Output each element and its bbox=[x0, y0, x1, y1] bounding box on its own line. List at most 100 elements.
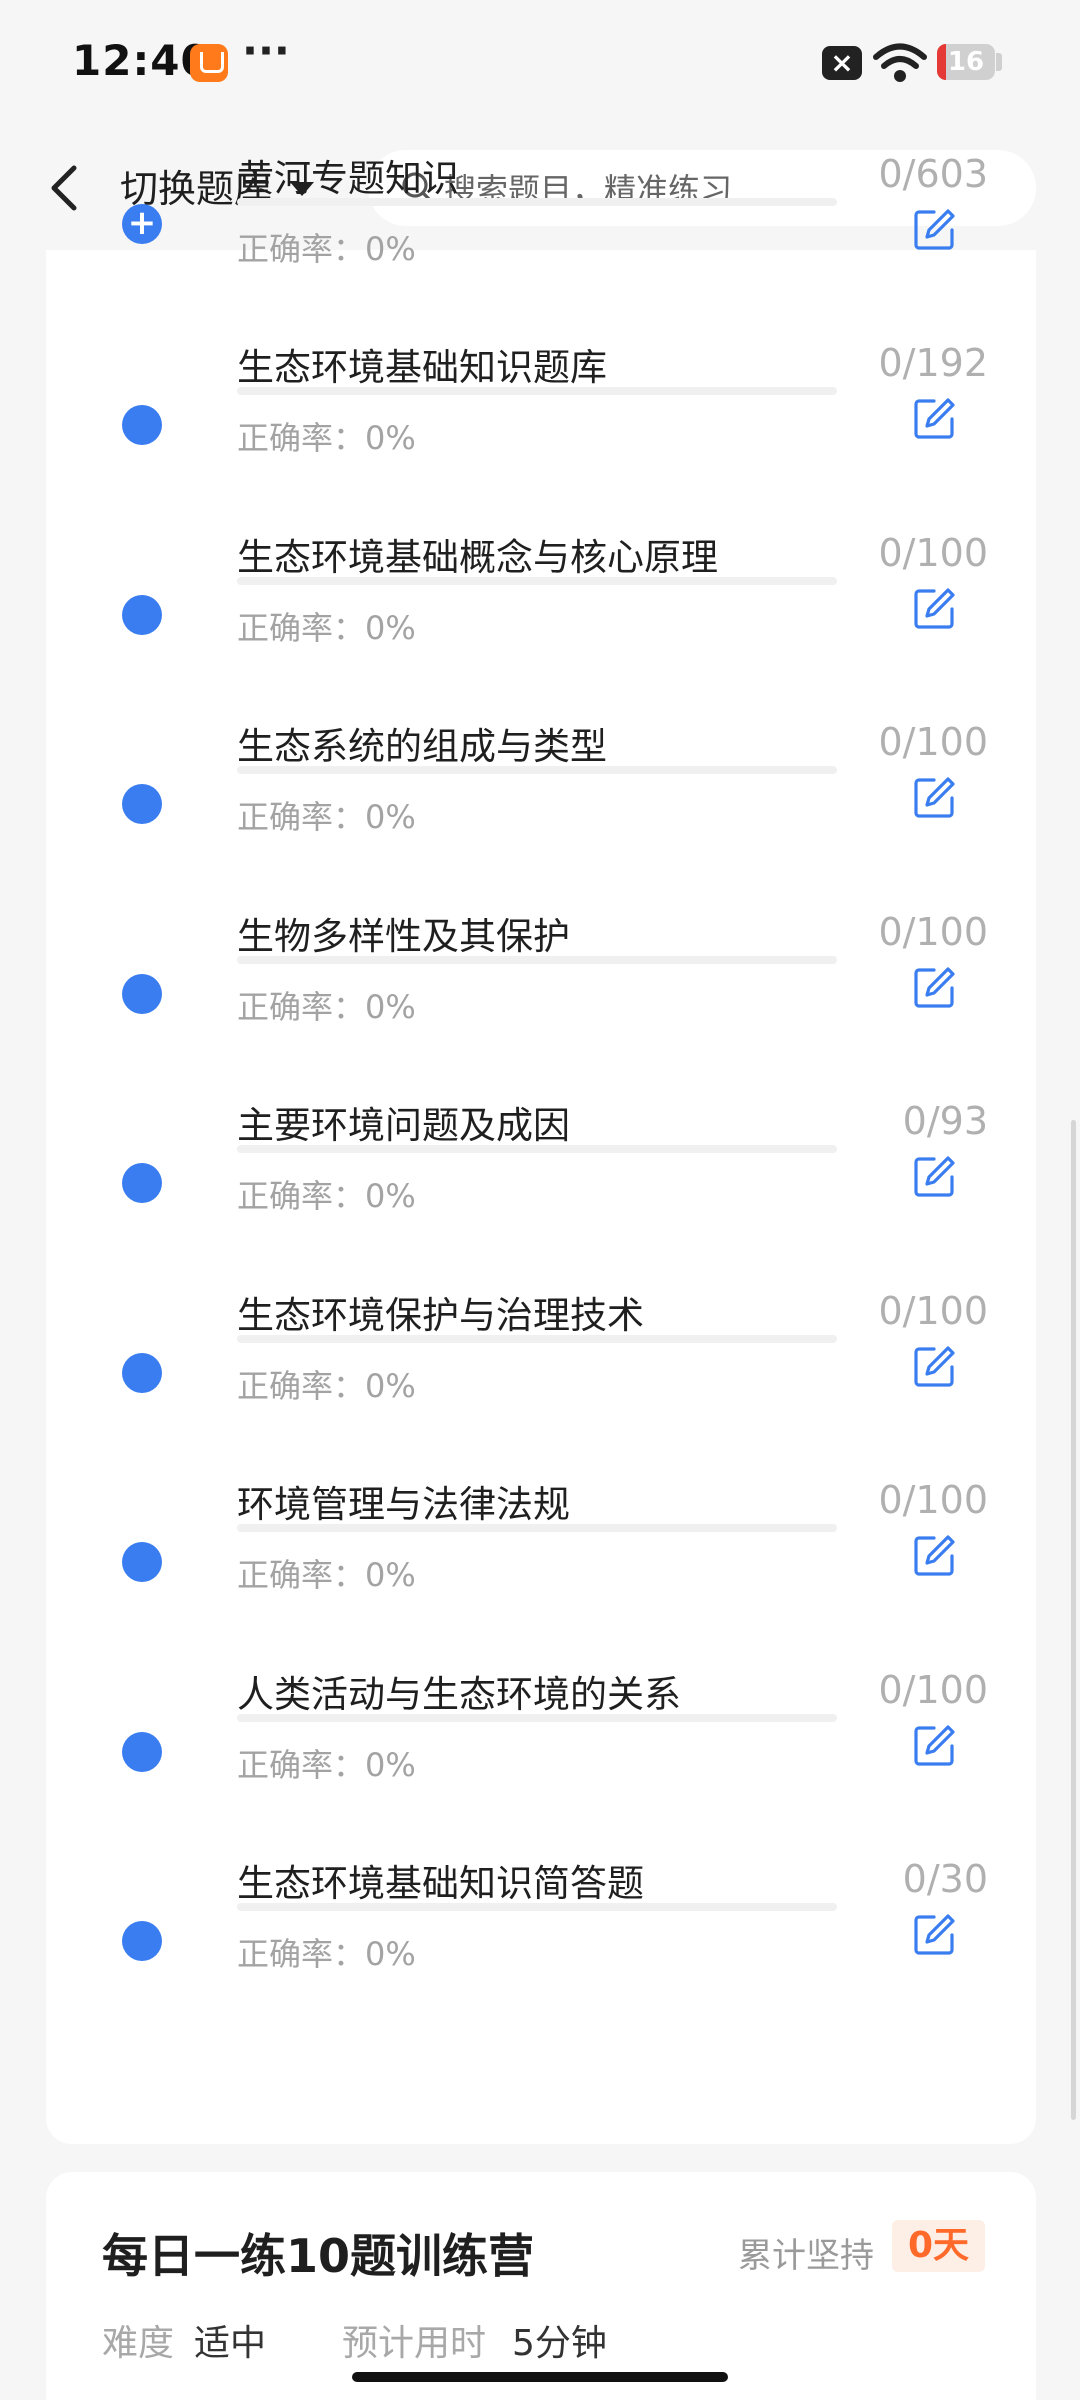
edit-practice-icon[interactable] bbox=[912, 1911, 958, 1957]
accuracy-value: 0% bbox=[365, 419, 416, 458]
edit-practice-icon[interactable] bbox=[912, 1722, 958, 1768]
expand-plus-icon[interactable]: + bbox=[122, 204, 162, 244]
progress-bar bbox=[237, 1334, 837, 1343]
question-bank-list: + 黄河专题知识 正确率：0% 0/603 生态环境基础知识题库 正确率：0% 0/192 生… bbox=[46, 152, 1036, 2144]
accuracy-value: 0% bbox=[365, 1935, 416, 1974]
progress-count: 0/100 bbox=[878, 720, 988, 765]
accuracy-label: 正确率： bbox=[237, 608, 366, 647]
accuracy-value: 0% bbox=[365, 1366, 416, 1405]
progress-count: 0/100 bbox=[878, 530, 988, 575]
progress-bar bbox=[237, 1713, 837, 1722]
accuracy-value: 0% bbox=[365, 1556, 416, 1595]
accuracy-value: 0% bbox=[365, 798, 416, 837]
chapter-dot-icon bbox=[122, 784, 162, 825]
persist-days-badge: 0天 bbox=[892, 2220, 986, 2272]
chapter-dot-icon bbox=[122, 973, 162, 1014]
bank-title: 主要环境问题及成因 bbox=[237, 1104, 570, 1148]
accuracy-value: 0% bbox=[365, 1745, 416, 1784]
status-bar: 12:40 ··· × 16 bbox=[0, 0, 1080, 126]
progress-bar bbox=[237, 198, 837, 206]
no-sim-icon: × bbox=[822, 46, 862, 80]
training-title: 每日一练10题训练营 bbox=[102, 2229, 535, 2283]
progress-count: 0/100 bbox=[878, 909, 988, 954]
estimated-time-label: 预计用时 bbox=[342, 2323, 487, 2364]
accuracy-value: 0% bbox=[365, 608, 416, 647]
progress-bar bbox=[237, 766, 837, 775]
progress-count: 0/100 bbox=[878, 1667, 988, 1712]
chapter-dot-icon bbox=[122, 594, 162, 635]
accuracy-text: 正确率：0% bbox=[237, 1171, 416, 1217]
progress-count: 0/30 bbox=[902, 1857, 988, 1902]
progress-count: 0/192 bbox=[878, 341, 988, 386]
edit-practice-icon[interactable] bbox=[912, 585, 958, 631]
accuracy-text: 正确率：0% bbox=[237, 792, 416, 838]
bank-title: 生态环境基础概念与核心原理 bbox=[237, 535, 718, 579]
accuracy-text: 正确率：0% bbox=[237, 1929, 416, 1975]
progress-count: 0/100 bbox=[878, 1288, 988, 1333]
more-notifications-icon: ··· bbox=[242, 26, 290, 75]
progress-bar bbox=[237, 1145, 837, 1154]
accuracy-label: 正确率： bbox=[237, 987, 366, 1026]
edit-practice-icon[interactable] bbox=[912, 1343, 958, 1389]
estimated-time-value: 5分钟 bbox=[512, 2323, 607, 2364]
chapter-dot-icon bbox=[122, 405, 162, 446]
bank-title: 黄河专题知识 bbox=[237, 157, 459, 200]
accuracy-text: 正确率：0% bbox=[237, 224, 416, 270]
chapter-dot-icon bbox=[122, 1921, 162, 1962]
edit-practice-icon[interactable] bbox=[912, 964, 958, 1010]
edit-practice-icon[interactable] bbox=[912, 1532, 958, 1578]
accuracy-text: 正确率：0% bbox=[237, 1740, 416, 1786]
accuracy-label: 正确率： bbox=[237, 1177, 366, 1216]
progress-bar bbox=[237, 955, 837, 964]
difficulty-label: 难度 bbox=[102, 2323, 175, 2364]
chapter-dot-icon bbox=[122, 1731, 162, 1772]
accuracy-text: 正确率：0% bbox=[237, 413, 416, 459]
bank-title: 生态系统的组成与类型 bbox=[237, 725, 607, 769]
accuracy-text: 正确率：0% bbox=[237, 982, 416, 1028]
accuracy-label: 正确率： bbox=[237, 1745, 366, 1784]
bank-title: 生态环境基础知识题库 bbox=[237, 346, 607, 390]
edit-practice-icon[interactable] bbox=[912, 1153, 958, 1199]
accuracy-value: 0% bbox=[365, 230, 416, 268]
chapter-dot-icon bbox=[122, 1542, 162, 1583]
home-indicator[interactable] bbox=[352, 2372, 728, 2382]
bank-title: 人类活动与生态环境的关系 bbox=[237, 1672, 681, 1716]
progress-count: 0/100 bbox=[878, 1478, 988, 1523]
progress-count: 0/603 bbox=[878, 152, 988, 196]
accuracy-label: 正确率： bbox=[237, 1366, 366, 1405]
battery-icon: 16 bbox=[937, 44, 995, 80]
accuracy-text: 正确率：0% bbox=[237, 1550, 416, 1596]
accuracy-value: 0% bbox=[365, 1177, 416, 1216]
wifi-icon bbox=[873, 43, 927, 82]
progress-bar bbox=[237, 576, 837, 585]
bank-title: 环境管理与法律法规 bbox=[237, 1483, 570, 1527]
chapter-dot-icon bbox=[122, 1352, 162, 1393]
persist-label: 累计坚持 bbox=[738, 2236, 874, 2276]
progress-bar bbox=[237, 387, 837, 396]
accuracy-label: 正确率： bbox=[237, 1556, 366, 1595]
accuracy-label: 正确率： bbox=[237, 419, 366, 458]
battery-tip bbox=[996, 53, 1002, 71]
difficulty-value: 适中 bbox=[194, 2323, 267, 2364]
edit-practice-icon[interactable] bbox=[912, 774, 958, 820]
edit-practice-icon[interactable] bbox=[912, 395, 958, 441]
progress-bar bbox=[237, 1903, 837, 1912]
bank-title: 生物多样性及其保护 bbox=[237, 914, 570, 958]
progress-count: 0/93 bbox=[902, 1099, 988, 1144]
shopping-app-icon bbox=[190, 44, 228, 82]
accuracy-label: 正确率： bbox=[237, 1935, 366, 1974]
bank-list-item[interactable]: 生态环境基础知识简答题 正确率：0% 0/30 bbox=[46, 1857, 1036, 2071]
edit-practice-icon[interactable] bbox=[912, 206, 958, 252]
chapter-dot-icon bbox=[122, 1163, 162, 1204]
bank-title: 生态环境基础知识简答题 bbox=[237, 1862, 644, 1906]
daily-training-card[interactable]: 每日一练10题训练营 累计坚持 0天 难度 适中 预计用时 5分钟 bbox=[46, 2172, 1036, 2400]
battery-level: 16 bbox=[947, 47, 985, 77]
accuracy-value: 0% bbox=[365, 987, 416, 1026]
accuracy-text: 正确率：0% bbox=[237, 603, 416, 649]
scrollbar[interactable] bbox=[1071, 1120, 1076, 2120]
progress-bar bbox=[237, 1524, 837, 1533]
bank-title: 生态环境保护与治理技术 bbox=[237, 1293, 644, 1337]
accuracy-text: 正确率：0% bbox=[237, 1361, 416, 1407]
accuracy-label: 正确率： bbox=[237, 798, 366, 837]
accuracy-label: 正确率： bbox=[237, 230, 366, 268]
